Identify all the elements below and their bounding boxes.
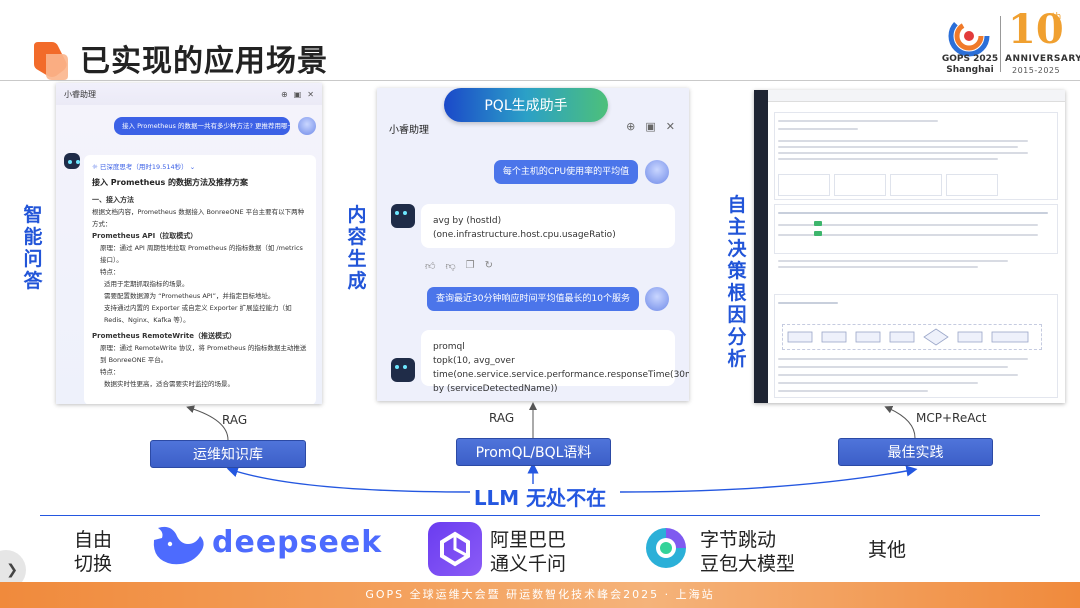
knowledge-base-box: 运维知识库: [150, 440, 306, 468]
connector-label-left: RAG: [222, 413, 248, 427]
free-switch-label: 自由切换: [74, 529, 113, 575]
best-practice-box: 最佳实践: [838, 438, 993, 466]
alibaba-line2: 通义千问: [490, 553, 567, 575]
deepseek-logo-text: deepseek: [212, 525, 383, 560]
llm-everywhere: LLM 无处不在: [473, 486, 607, 510]
bytedance-line1: 字节跳动: [700, 529, 777, 551]
chevron-right-icon: ❯: [6, 562, 18, 578]
connector-label-right: MCP+ReAct: [916, 411, 987, 425]
doubao-logo-icon: [646, 528, 686, 568]
footer-banner: GOPS 全球运维大会暨 研运数智化技术峰会2025 · 上海站: [0, 582, 1080, 608]
other-models-label: 其他: [868, 539, 907, 561]
alibaba-line1: 阿里巴巴: [490, 529, 567, 551]
deepseek-whale-icon: [153, 526, 204, 565]
tongyi-logo-icon: [428, 522, 482, 576]
section-divider: [40, 515, 1040, 516]
promql-corpus-box: PromQL/BQL语料: [456, 438, 611, 466]
bytedance-line2: 豆包大模型: [700, 553, 796, 575]
connector-label-mid: RAG: [489, 411, 515, 425]
slide: 已实现的应用场景 GOPS 2025 Shanghai 10 th ANNIVE…: [0, 0, 1080, 608]
